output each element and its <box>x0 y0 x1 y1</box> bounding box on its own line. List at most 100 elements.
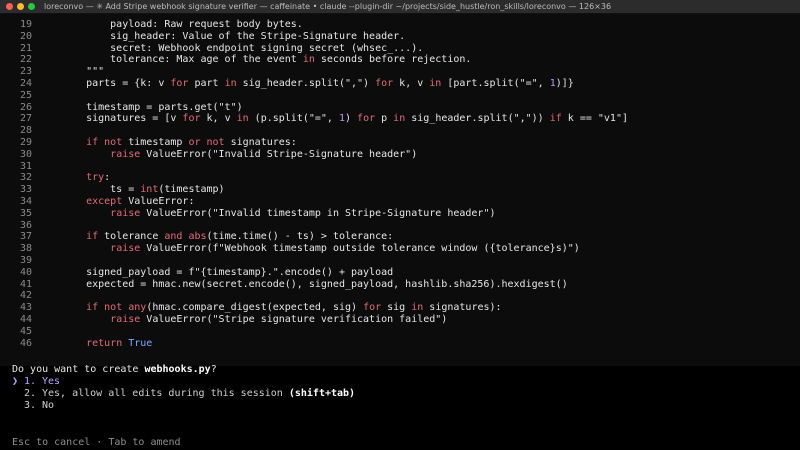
code-text: parts = {k: v for part in sig_header.spl… <box>32 78 574 90</box>
prompt-question: Do you want to create webhooks.py? <box>12 364 217 375</box>
line-number: 22 <box>19 54 32 66</box>
code-token: signatures: <box>224 136 297 148</box>
confirmation-prompt: Do you want to create webhooks.py? ❯ 1. Ye… <box>12 364 355 412</box>
line-number: 23 <box>19 66 32 78</box>
line-number: 20 <box>19 30 32 42</box>
code-token: in <box>411 302 424 314</box>
window-titlebar: loreconvo — ✳ Add Stripe webhook signatu… <box>0 0 800 14</box>
code-token: (timestamp) <box>158 184 225 196</box>
code-token: ValueError("Invalid timestamp in Stripe-… <box>140 207 496 219</box>
option-yes[interactable]: ❯ 1. Yes <box>12 376 355 388</box>
shortcut-hint: (shift+tab) <box>288 388 356 399</box>
code-token: (time.time() - ts) > tolerance: <box>206 231 394 243</box>
line-number: 24 <box>19 77 32 89</box>
line-number: 38 <box>19 243 32 255</box>
code-line: 29 if not timestamp or not signatures: <box>12 137 628 149</box>
code-token: raise <box>110 207 141 219</box>
close-window-button[interactable] <box>6 3 13 10</box>
code-text: secret: Webhook endpoint signing secret … <box>32 43 423 55</box>
maximize-window-button[interactable] <box>28 3 35 10</box>
code-token: expected = hmac.new(secret.encode(), sig… <box>62 278 568 290</box>
code-line: 31 <box>12 161 628 173</box>
code-token: any <box>128 302 147 314</box>
code-text: timestamp = parts.get("t") <box>32 102 243 114</box>
option-yes-allow-all[interactable]: 2. Yes, allow all edits during this sessi… <box>12 388 355 400</box>
code-text: """ <box>32 66 104 78</box>
code-token: parts = {k: v <box>62 77 171 89</box>
code-token: for <box>170 77 189 89</box>
code-text: try: <box>32 172 110 184</box>
line-number: 44 <box>19 313 32 325</box>
code-text: raise ValueError(f"Webhook timestamp out… <box>32 243 580 255</box>
code-text: return True <box>32 338 152 350</box>
line-number: 33 <box>19 184 32 196</box>
line-number: 26 <box>19 101 32 113</box>
selection-cursor-icon: ❯ <box>12 376 19 387</box>
code-token: if <box>86 231 99 243</box>
line-number: 46 <box>19 337 32 349</box>
code-line: 22 tolerance: Max age of the event in se… <box>12 54 628 66</box>
code-line: 44 raise ValueError("Stripe signature ve… <box>12 314 628 326</box>
code-text: tolerance: Max age of the event in secon… <box>32 54 471 66</box>
code-line: 32 try: <box>12 172 628 184</box>
code-token: raise <box>110 313 141 325</box>
code-line: 41 expected = hmac.new(secret.encode(), … <box>12 279 628 291</box>
code-token: part <box>188 77 225 89</box>
code-line: 28 <box>12 125 628 137</box>
code-token: tolerance: Max age of the event <box>62 54 303 66</box>
line-number: 30 <box>19 148 32 160</box>
code-text: sig_header: Value of the Stripe-Signatur… <box>32 31 405 43</box>
code-token: for <box>375 77 394 89</box>
code-token: seconds before rejection. <box>314 54 472 66</box>
code-line: 35 raise ValueError("Invalid timestamp i… <box>12 208 628 220</box>
code-token: timestamp <box>122 136 189 148</box>
code-line: 33 ts = int(timestamp) <box>12 184 628 196</box>
line-number: 37 <box>19 231 32 243</box>
code-token: signatures): <box>423 302 502 314</box>
code-text: if tolerance and abs(time.time() - ts) >… <box>32 231 393 243</box>
prompt-footer-hint: Esc to cancel · Tab to amend <box>12 437 181 448</box>
code-token: if <box>549 113 562 125</box>
code-line: 45 <box>12 326 628 338</box>
code-line: 20 sig_header: Value of the Stripe-Signa… <box>12 31 628 43</box>
code-token: in <box>224 77 237 89</box>
line-number: 29 <box>19 136 32 148</box>
code-token: for <box>182 113 201 125</box>
code-line: 37 if tolerance and abs(time.time() - ts… <box>12 231 628 243</box>
code-token: tolerance <box>98 231 165 243</box>
code-text: raise ValueError("Stripe signature verif… <box>32 314 447 326</box>
code-text: payload: Raw request body bytes. <box>32 19 303 31</box>
code-token: signed_payload = f"{timestamp}.".encode(… <box>62 266 394 278</box>
line-number: 42 <box>19 290 32 302</box>
code-token: True <box>128 337 153 349</box>
code-line: 23 """ <box>12 66 628 78</box>
code-token: ValueError("Stripe signature verificatio… <box>140 313 448 325</box>
code-token: sig_header.split(",") <box>236 77 376 89</box>
code-line: 34 except ValueError: <box>12 196 628 208</box>
code-token: sig_header: Value of the Stripe-Signatur… <box>62 30 406 42</box>
code-line: 43 if not any(hmac.compare_digest(expect… <box>12 302 628 314</box>
code-token: in <box>302 54 315 66</box>
code-token: raise <box>110 148 141 160</box>
code-line: 38 raise ValueError(f"Webhook timestamp … <box>12 243 628 255</box>
terminal-view[interactable]: 19 payload: Raw request body bytes. 20 si… <box>0 14 800 450</box>
code-token: abs <box>188 231 207 243</box>
code-text: except ValueError: <box>32 196 194 208</box>
line-number: 25 <box>19 89 32 101</box>
code-text: if not timestamp or not signatures: <box>32 137 297 149</box>
minimize-window-button[interactable] <box>17 3 24 10</box>
code-token: ValueError(f"Webhook timestamp outside t… <box>140 243 580 255</box>
code-token: secret: Webhook endpoint signing secret … <box>62 42 424 54</box>
option-no[interactable]: 3. No <box>12 400 355 412</box>
code-token: sig <box>381 302 412 314</box>
code-token: if not <box>86 136 123 148</box>
